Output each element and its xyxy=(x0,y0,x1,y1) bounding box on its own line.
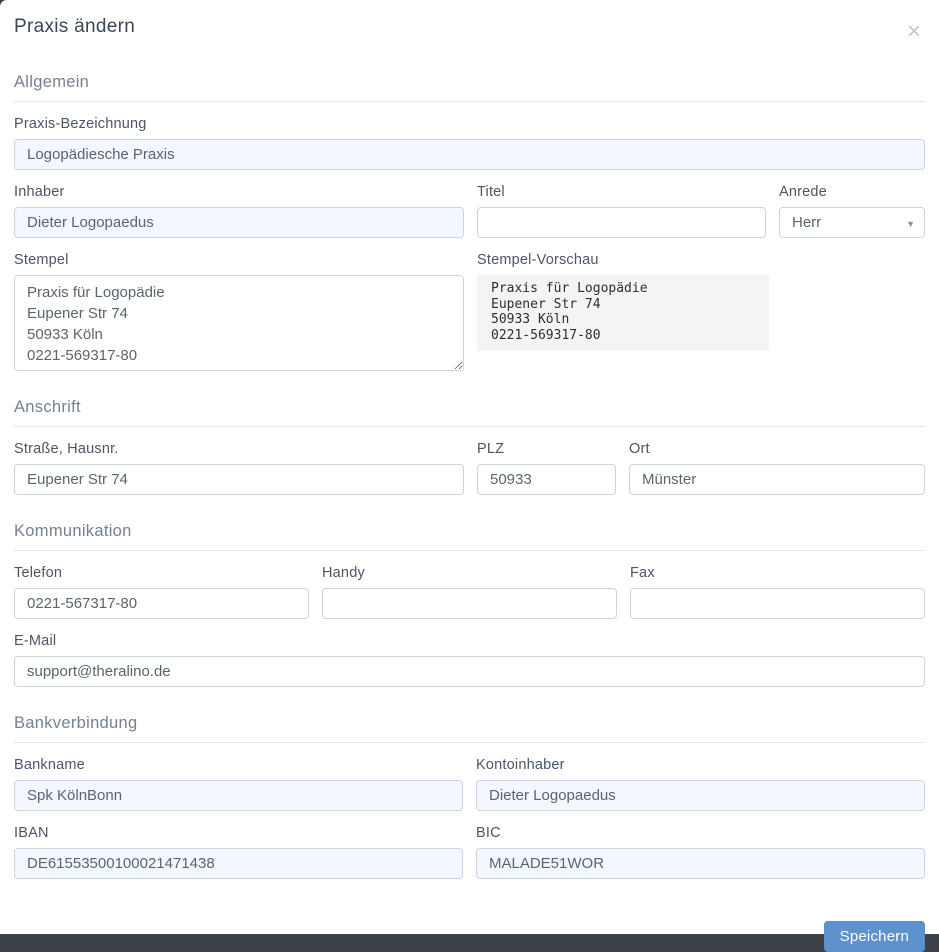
row-stempel: Stempel Praxis für Logopädie Eupener Str… xyxy=(14,252,925,371)
plz-label: PLZ xyxy=(477,441,616,457)
strasse-input[interactable] xyxy=(14,464,464,495)
fax-label: Fax xyxy=(630,565,925,581)
anrede-select[interactable]: Herr xyxy=(779,207,925,238)
row-bank-2: IBAN BIC xyxy=(14,825,925,879)
field-bic: BIC xyxy=(476,825,925,879)
plz-input[interactable] xyxy=(477,464,616,495)
bic-input[interactable] xyxy=(476,848,925,879)
dialog-header: Praxis ändern × xyxy=(14,0,925,46)
bic-label: BIC xyxy=(476,825,925,841)
titel-input[interactable] xyxy=(477,207,766,238)
telefon-label: Telefon xyxy=(14,565,309,581)
stempel-vorschau-preview: Praxis für Logopädie Eupener Str 74 5093… xyxy=(477,275,769,351)
iban-label: IBAN xyxy=(14,825,463,841)
field-handy: Handy xyxy=(322,565,617,619)
kontoinhaber-label: Kontoinhaber xyxy=(476,757,925,773)
close-icon: × xyxy=(907,18,921,45)
field-inhaber: Inhaber xyxy=(14,184,464,238)
fax-input[interactable] xyxy=(630,588,925,619)
field-anrede: Anrede Herr ▼ xyxy=(779,184,925,238)
anrede-label: Anrede xyxy=(779,184,925,200)
field-iban: IBAN xyxy=(14,825,463,879)
iban-input[interactable] xyxy=(14,848,463,879)
ort-label: Ort xyxy=(629,441,925,457)
field-fax: Fax xyxy=(630,565,925,619)
email-input[interactable] xyxy=(14,656,925,687)
dialog-title: Praxis ändern xyxy=(14,16,135,38)
section-heading-anschrift: Anschrift xyxy=(14,398,925,427)
email-label: E-Mail xyxy=(14,633,925,649)
handy-input[interactable] xyxy=(322,588,617,619)
section-heading-allgemein: Allgemein xyxy=(14,73,925,102)
bankname-input[interactable] xyxy=(14,780,463,811)
stempel-vorschau-label: Stempel-Vorschau xyxy=(477,252,925,268)
telefon-input[interactable] xyxy=(14,588,309,619)
stempel-textarea[interactable]: Praxis für Logopädie Eupener Str 74 5093… xyxy=(14,275,464,371)
handy-label: Handy xyxy=(322,565,617,581)
field-plz: PLZ xyxy=(477,441,616,495)
field-titel: Titel xyxy=(477,184,766,238)
row-anschrift: Straße, Hausnr. PLZ Ort xyxy=(14,441,925,495)
section-heading-bankverbindung: Bankverbindung xyxy=(14,714,925,743)
save-button[interactable]: Speichern xyxy=(824,921,925,952)
stempel-label: Stempel xyxy=(14,252,464,268)
row-inhaber-titel-anrede: Inhaber Titel Anrede Herr ▼ xyxy=(14,184,925,238)
praxis-bezeichnung-input[interactable] xyxy=(14,139,925,170)
strasse-label: Straße, Hausnr. xyxy=(14,441,464,457)
praxis-aendern-dialog: Praxis ändern × Allgemein Praxis-Bezeich… xyxy=(0,0,939,934)
dialog-footer: Speichern xyxy=(14,921,925,952)
kontoinhaber-input[interactable] xyxy=(476,780,925,811)
praxis-bezeichnung-label: Praxis-Bezeichnung xyxy=(14,116,925,132)
bankname-label: Bankname xyxy=(14,757,463,773)
field-email: E-Mail xyxy=(14,633,925,687)
titel-label: Titel xyxy=(477,184,766,200)
row-bank-1: Bankname Kontoinhaber xyxy=(14,757,925,811)
inhaber-label: Inhaber xyxy=(14,184,464,200)
field-telefon: Telefon xyxy=(14,565,309,619)
row-kommunikation: Telefon Handy Fax xyxy=(14,565,925,619)
section-heading-kommunikation: Kommunikation xyxy=(14,522,925,551)
ort-input[interactable] xyxy=(629,464,925,495)
field-kontoinhaber: Kontoinhaber xyxy=(476,757,925,811)
field-ort: Ort xyxy=(629,441,925,495)
field-stempel: Stempel Praxis für Logopädie Eupener Str… xyxy=(14,252,464,371)
inhaber-input[interactable] xyxy=(14,207,464,238)
field-praxis-bezeichnung: Praxis-Bezeichnung xyxy=(14,116,925,170)
field-bankname: Bankname xyxy=(14,757,463,811)
field-strasse: Straße, Hausnr. xyxy=(14,441,464,495)
close-button[interactable]: × xyxy=(903,18,925,46)
field-stempel-vorschau: Stempel-Vorschau Praxis für Logopädie Eu… xyxy=(477,252,925,371)
